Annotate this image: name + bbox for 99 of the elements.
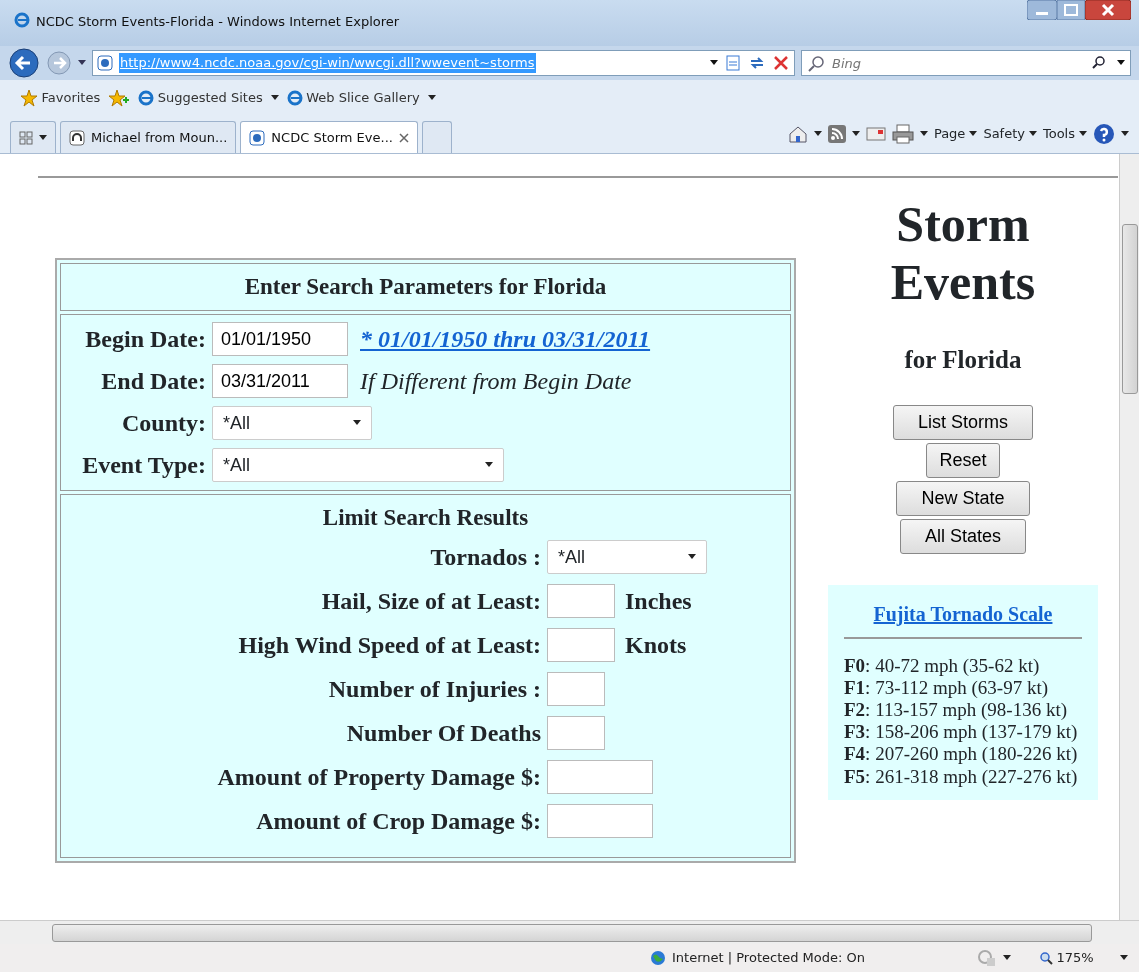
scale-entry: F3: 158-206 mph (137-179 kt) bbox=[844, 721, 1079, 744]
caret-icon bbox=[485, 462, 493, 468]
input-field[interactable] bbox=[547, 804, 653, 838]
horizontal-scrollbar[interactable] bbox=[0, 920, 1139, 944]
field-label: High Wind Speed of at Least: bbox=[237, 631, 541, 660]
star-icon bbox=[20, 89, 38, 107]
scale-link[interactable]: Fujita Tornado Scale bbox=[844, 598, 1082, 629]
caret-icon[interactable] bbox=[969, 131, 978, 137]
caret-icon[interactable] bbox=[851, 131, 860, 137]
caret-icon[interactable] bbox=[1117, 60, 1125, 66]
field-label: Begin Date: bbox=[84, 325, 206, 354]
grid-icon bbox=[19, 130, 33, 145]
input-field[interactable]: 01/01/1950 bbox=[212, 322, 348, 356]
favorites-button[interactable]: Favorites bbox=[20, 88, 101, 108]
minimize-button[interactable] bbox=[1027, 0, 1057, 20]
menu-button[interactable]: Safety bbox=[983, 124, 1037, 144]
scale-entry: F4: 207-260 mph (180-226 kt) bbox=[844, 743, 1079, 766]
back-button[interactable] bbox=[8, 47, 40, 79]
caret-icon[interactable] bbox=[919, 131, 928, 137]
feed-icon[interactable] bbox=[827, 125, 846, 143]
caret-icon[interactable] bbox=[1003, 955, 1011, 961]
dropdown[interactable]: *All bbox=[547, 540, 707, 574]
caret-icon[interactable] bbox=[270, 95, 279, 101]
scale-entry: F2: 113-157 mph (98-136 kt) bbox=[844, 698, 1069, 722]
input-field[interactable]: 03/31/2011 bbox=[212, 364, 348, 398]
unit-label: Knots bbox=[625, 631, 687, 660]
caret-icon[interactable] bbox=[427, 95, 436, 101]
input-field[interactable] bbox=[547, 716, 605, 750]
favorites-link[interactable]: Suggested Sites bbox=[138, 88, 263, 108]
date-range-link[interactable]: * 01/01/1950 thru 03/31/2011 bbox=[360, 321, 651, 357]
mail-icon[interactable] bbox=[865, 127, 886, 141]
window-title: NCDC Storm Events-Florida - Windows Internet Explorer bbox=[36, 13, 401, 31]
field-label: Amount of Property Damage $: bbox=[216, 763, 541, 792]
site-icon bbox=[249, 129, 266, 146]
forward-button[interactable] bbox=[46, 50, 72, 76]
browser-tab[interactable]: Michael from Moun... bbox=[60, 121, 237, 153]
action-button[interactable]: All States bbox=[899, 518, 1026, 554]
security-zone: Internet | Protected Mode: On bbox=[672, 949, 865, 968]
caret-icon bbox=[688, 554, 696, 560]
browser-logo-icon bbox=[138, 90, 155, 106]
scale-entry: F0: 40-72 mph (35-62 kt) bbox=[844, 654, 1041, 677]
field-label: Tornados : bbox=[429, 543, 541, 572]
action-button[interactable]: List Storms bbox=[893, 404, 1033, 440]
browser-logo-icon bbox=[14, 12, 30, 28]
input-field[interactable] bbox=[547, 584, 615, 618]
caret-icon[interactable] bbox=[813, 131, 822, 137]
caret-icon bbox=[353, 420, 361, 426]
caret-icon[interactable] bbox=[1079, 131, 1087, 137]
form-heading: Enter Search Parameters for Florida bbox=[243, 273, 608, 301]
site-icon bbox=[97, 55, 113, 71]
favorites-link[interactable]: Web Slice Gallery bbox=[286, 88, 420, 108]
field-label: Event Type: bbox=[81, 451, 206, 480]
page-subtitle: for Florida bbox=[904, 345, 1022, 375]
globe-icon bbox=[650, 950, 666, 966]
field-label: End Date: bbox=[100, 367, 206, 396]
hint-text: If Different from Begin Date bbox=[360, 367, 632, 396]
help-icon[interactable] bbox=[1093, 123, 1115, 145]
field-label: Hail, Size of at Least: bbox=[320, 587, 541, 616]
action-button[interactable]: Reset bbox=[926, 442, 1000, 478]
menu-button[interactable]: Tools bbox=[1042, 124, 1087, 144]
maximize-button[interactable] bbox=[1057, 0, 1085, 20]
caret-icon[interactable] bbox=[78, 60, 86, 66]
field-label: Amount of Crop Damage $: bbox=[255, 807, 541, 836]
home-icon[interactable] bbox=[787, 125, 808, 143]
browser-tab[interactable]: NCDC Storm Eve... bbox=[240, 121, 418, 153]
search-icon bbox=[807, 55, 825, 73]
add-favorite-icon[interactable] bbox=[108, 88, 131, 108]
printer-icon[interactable] bbox=[891, 124, 914, 144]
dropdown[interactable]: *All bbox=[212, 406, 372, 440]
input-field[interactable] bbox=[547, 628, 615, 662]
field-label: Number of Injuries : bbox=[327, 675, 541, 704]
section-heading: Limit Search Results bbox=[321, 503, 530, 532]
page-title: Storm bbox=[895, 196, 1031, 254]
input-field[interactable] bbox=[547, 760, 653, 794]
close-button[interactable] bbox=[1085, 0, 1131, 20]
headphones-icon bbox=[69, 129, 85, 146]
action-button[interactable]: New State bbox=[896, 480, 1030, 516]
field-label: County: bbox=[121, 409, 206, 438]
caret-icon[interactable] bbox=[1121, 131, 1129, 137]
close-icon[interactable] bbox=[398, 132, 409, 143]
input-field[interactable] bbox=[547, 672, 605, 706]
caret-icon[interactable] bbox=[1119, 955, 1128, 961]
page-title: Events bbox=[890, 253, 1036, 311]
zoom-icon bbox=[1039, 951, 1053, 965]
dropdown[interactable]: *All bbox=[212, 448, 504, 482]
search-icon[interactable] bbox=[1091, 55, 1107, 71]
scale-entry: F5: 261-318 mph (227-276 kt) bbox=[844, 765, 1079, 788]
unit-label: Inches bbox=[625, 587, 692, 616]
stop-icon[interactable] bbox=[772, 54, 790, 72]
field-label: Number Of Deaths bbox=[345, 719, 541, 748]
search-field[interactable]: Bing bbox=[801, 50, 1131, 76]
menu-button[interactable]: Page bbox=[933, 124, 978, 144]
browser-logo-icon bbox=[286, 90, 303, 106]
vertical-scrollbar[interactable] bbox=[1119, 154, 1139, 920]
caret-icon[interactable] bbox=[710, 60, 718, 66]
caret-icon[interactable] bbox=[39, 134, 47, 141]
scale-entry: F1: 73-112 mph (63-97 kt) bbox=[844, 676, 1050, 699]
caret-icon[interactable] bbox=[1028, 131, 1037, 137]
zoom-button[interactable]: 175% bbox=[1039, 948, 1094, 968]
